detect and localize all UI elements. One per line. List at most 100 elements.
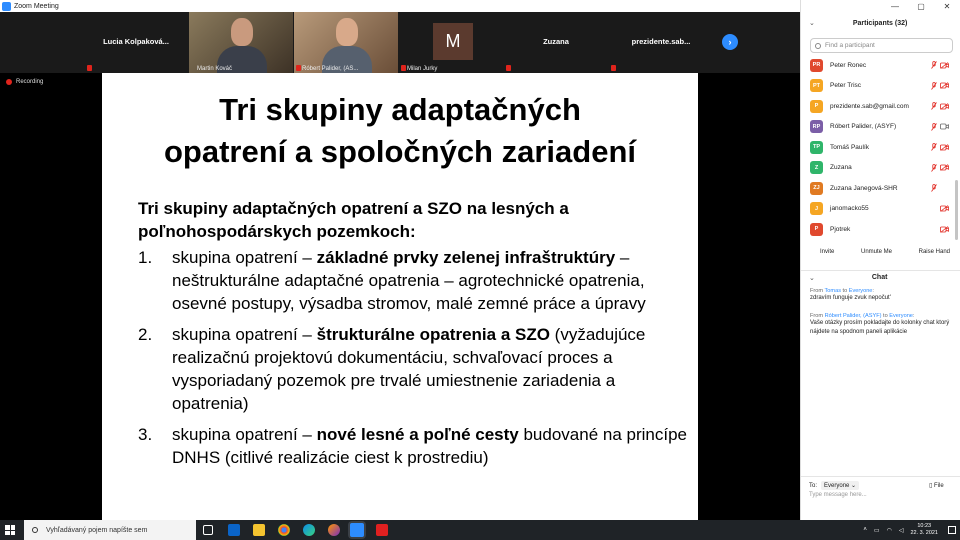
video-tile-zuzana[interactable]: Zuzana [504, 12, 608, 73]
participant-name: Martin Kováč [197, 66, 233, 72]
list-bold: nové lesné a poľné cesty [316, 425, 519, 444]
participants-header[interactable]: ⌄ Participants (32) [801, 14, 960, 32]
file-explorer-icon[interactable] [253, 524, 265, 536]
volume-icon[interactable]: ◁ [899, 527, 904, 534]
video-tile-prezidente[interactable]: prezidente.sab... [609, 12, 713, 73]
participant-row[interactable]: ZJ Zuzana Janegová-SHR [801, 178, 953, 199]
participant-name: Peter Trisc [830, 82, 862, 90]
video-off-icon[interactable] [940, 82, 949, 90]
mic-muted-icon[interactable] [931, 184, 937, 192]
acrobat-icon[interactable] [376, 524, 388, 536]
taskbar-search-input[interactable]: Vyhľadávaný pojem napíšte sem [24, 520, 196, 540]
participant-row[interactable]: TP Tomáš Paulík [801, 137, 953, 158]
clock-date: 22. 3. 2021 [910, 530, 938, 536]
chat-message-input[interactable]: Type message here... [809, 492, 867, 498]
chrome-icon[interactable] [278, 524, 290, 536]
chat-message-text: zdravím funguje zvuk nepočut' [810, 295, 891, 301]
video-off-icon[interactable] [940, 102, 949, 110]
avatar: P [810, 99, 823, 113]
participant-row[interactable]: Pprezidente.sab@gmail.com [801, 96, 953, 117]
mic-muted-icon[interactable] [931, 61, 937, 69]
video-off-icon[interactable] [940, 225, 949, 233]
participant-scrollbar[interactable] [955, 180, 958, 240]
chevron-right-icon[interactable]: › [722, 34, 738, 50]
participant-search-input[interactable]: Find a participant [810, 38, 953, 53]
mic-muted-icon[interactable] [931, 81, 937, 90]
participant-list: PR Peter Ronec PT Peter Trisc Pprezidente.sa… [801, 55, 953, 240]
wifi-icon[interactable]: ◠ [887, 527, 892, 534]
list-number: 2. [138, 325, 153, 344]
participant-name: Róbert Palider, (ASYF) [830, 123, 897, 131]
window-title: Zoom Meeting [14, 2, 59, 10]
mic-muted-icon[interactable] [931, 143, 937, 151]
chat-header[interactable]: ⌄ Chat [801, 270, 960, 284]
unmute-button[interactable]: Unmute Me [858, 247, 895, 257]
recording-label: Recording [16, 79, 44, 85]
chevron-down-icon[interactable]: ⌄ [809, 274, 815, 282]
mic-muted-icon[interactable] [931, 122, 937, 131]
notification-icon[interactable] [948, 526, 956, 534]
outlook-icon[interactable] [228, 524, 240, 536]
mic-muted-icon [87, 65, 92, 71]
maximize-icon[interactable]: ▢ [908, 0, 934, 12]
edge-icon[interactable] [303, 524, 315, 536]
video-off-icon[interactable] [940, 61, 949, 69]
participant-row[interactable]: Z Zuzana [801, 158, 953, 179]
avatar: RP [810, 120, 823, 134]
windows-taskbar: Vyhľadávaný pojem napíšte sem ˄ ▭ ◠ ◁ 10… [0, 520, 960, 540]
avatar: Z [810, 161, 823, 175]
list-text: skupina opatrení – [172, 425, 317, 444]
mic-muted-icon[interactable] [931, 102, 937, 110]
video-off-icon[interactable] [940, 143, 949, 151]
taskbar-clock[interactable]: 10:23 22. 3. 2021 [910, 523, 938, 537]
slide-title-line2: opatrení a spoločných zariadení [163, 134, 636, 169]
chat-message-text: Vaše otázky prosím pokladajte do kolonky… [810, 320, 950, 335]
avatar: ZJ [810, 181, 823, 195]
participant-name: Tomáš Paulík [830, 143, 870, 151]
mic-muted-icon[interactable] [931, 163, 937, 172]
avatar: PR [810, 58, 823, 72]
participant-row[interactable]: PR Peter Ronec [801, 55, 953, 76]
zoom-app-icon[interactable] [350, 523, 364, 537]
participant-row[interactable]: Jjanomacko55 [801, 199, 953, 220]
chat-message: From Róbert Palider, (ASYF) to Everyone:… [810, 313, 955, 336]
mic-muted-icon [611, 65, 616, 71]
participant-row[interactable]: P Pjotrek [801, 219, 953, 240]
participant-name: prezidente.sab... [631, 37, 691, 46]
window-controls: — ▢ ✕ [882, 0, 960, 12]
video-icon[interactable] [940, 123, 949, 130]
video-tile-martin[interactable]: Martin Kováč [189, 12, 293, 73]
raise-hand-button[interactable]: Raise Hand [916, 247, 953, 257]
recording-indicator[interactable]: Recording [6, 79, 43, 85]
avatar-initial: M [433, 23, 473, 60]
list-bold: štrukturálne opatrenia a SZO [316, 325, 550, 344]
participant-name: Peter Ronec [830, 61, 867, 69]
participant-name: Róbert Palider, (AS... [302, 66, 359, 72]
video-tile-milan[interactable]: M Milan Jurky [399, 12, 503, 73]
video-off-icon[interactable] [940, 164, 949, 172]
avatar: PT [810, 79, 823, 93]
recipient-dropdown[interactable]: Everyone ⌄ [821, 481, 860, 490]
firefox-icon[interactable] [328, 524, 340, 536]
side-panel: — ▢ ✕ ⌄ Participants (32) Find a partici… [800, 0, 960, 520]
system-tray: ˄ ▭ ◠ ◁ 10:23 22. 3. 2021 [863, 520, 960, 540]
chevron-up-icon[interactable]: ˄ [863, 527, 867, 533]
video-tile-robert[interactable]: Róbert Palider, (AS... [294, 12, 398, 73]
participant-row[interactable]: RP Róbert Palider, (ASYF) [801, 117, 953, 138]
windows-start-icon[interactable] [5, 525, 15, 535]
minimize-icon[interactable]: — [882, 0, 908, 12]
video-tile-lucia[interactable]: Lucia Kolpaková... [84, 12, 188, 73]
network-icon[interactable]: ▭ [874, 527, 880, 534]
taskbar-search-placeholder: Vyhľadávaný pojem napíšte sem [46, 526, 148, 534]
file-button[interactable]: ▯ File [929, 482, 944, 489]
participant-row[interactable]: PT Peter Trisc [801, 76, 953, 97]
video-strip: Lucia Kolpaková... Martin Kováč Róbert P… [0, 12, 800, 73]
invite-button[interactable]: Invite [817, 247, 837, 257]
participant-name: Zuzana Janegová-SHR [830, 184, 898, 192]
close-icon[interactable]: ✕ [934, 0, 960, 12]
task-view-icon[interactable] [203, 525, 213, 535]
video-off-icon[interactable] [940, 205, 949, 213]
zoom-logo-icon [2, 1, 11, 11]
search-icon [32, 527, 38, 533]
chevron-down-icon[interactable]: ⌄ [809, 19, 815, 27]
